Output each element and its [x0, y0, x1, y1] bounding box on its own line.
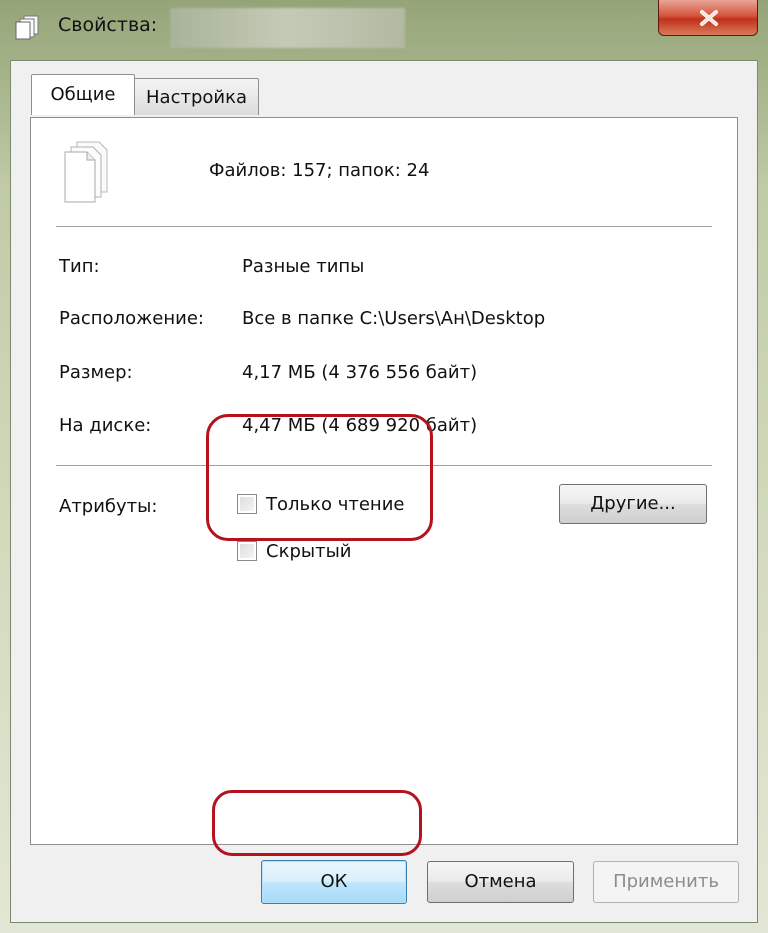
attributes-highlight-annotation [206, 414, 433, 541]
type-label: Тип: [59, 256, 100, 277]
size-on-disk-label: На диске: [59, 415, 152, 436]
type-value: Разные типы [242, 256, 365, 277]
location-label: Расположение: [59, 308, 204, 329]
hidden-checkbox[interactable] [237, 541, 257, 561]
title-bar[interactable]: Свойства: [0, 0, 768, 52]
hidden-label[interactable]: Скрытый [266, 541, 351, 562]
size-label: Размер: [59, 362, 133, 383]
apply-button[interactable]: Применить [593, 861, 739, 903]
close-icon [700, 10, 718, 26]
hidden-checkbox-row[interactable]: Скрытый [237, 539, 351, 563]
size-value: 4,17 МБ (4 376 556 байт) [242, 362, 478, 383]
cancel-button[interactable]: Отмена [427, 861, 574, 903]
tab-settings[interactable]: Настройка [135, 78, 259, 115]
files-icon [14, 14, 42, 40]
multiple-files-icon [63, 140, 111, 209]
ok-button[interactable]: ОК [261, 860, 407, 904]
files-folders-count: Файлов: 157; папок: 24 [209, 160, 430, 181]
divider [56, 226, 712, 227]
title-redacted-area [170, 8, 405, 48]
other-attributes-button[interactable]: Другие... [559, 484, 707, 524]
window-title: Свойства: [58, 14, 158, 36]
ok-highlight-annotation [212, 790, 422, 856]
tab-general[interactable]: Общие [31, 74, 135, 115]
location-value: Все в папке C:\Users\Ан\Desktop [242, 308, 546, 329]
close-button[interactable] [658, 0, 758, 36]
attributes-label: Атрибуты: [59, 496, 158, 517]
